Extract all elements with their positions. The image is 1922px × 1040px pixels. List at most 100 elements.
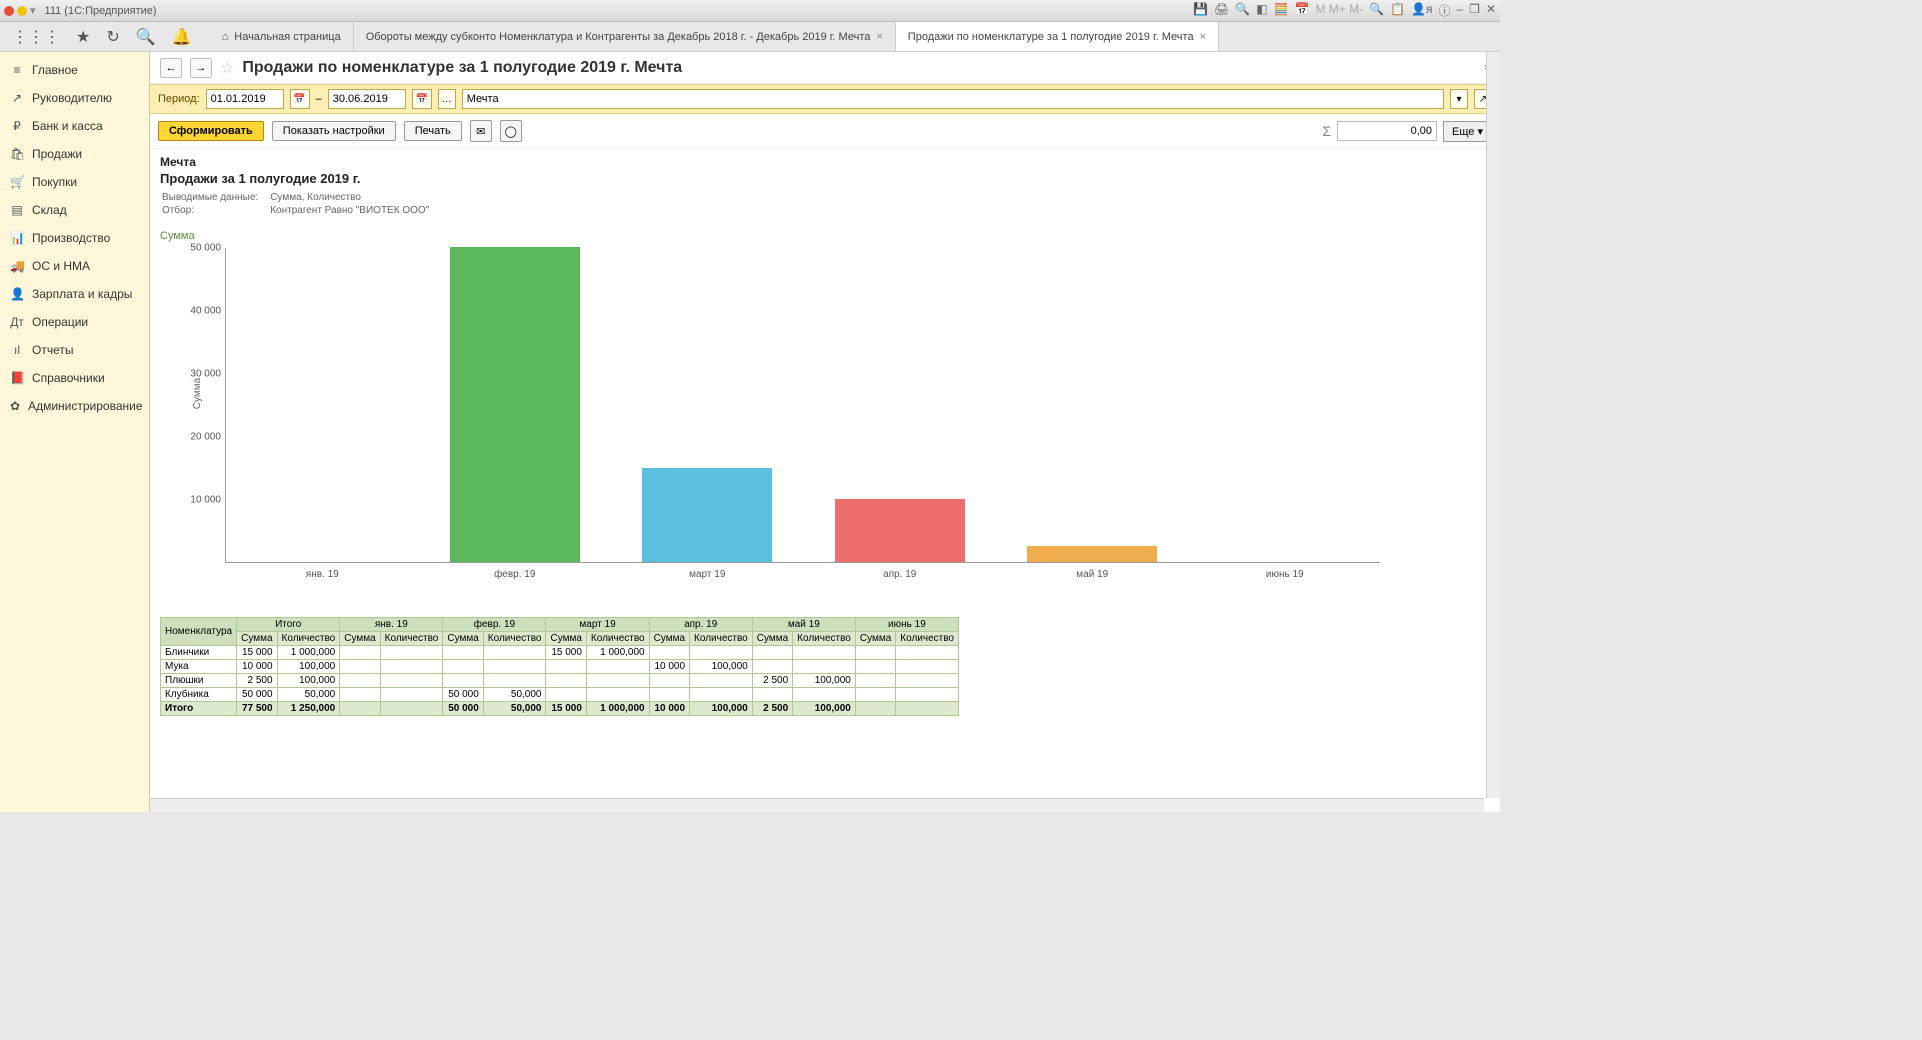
calendar-icon[interactable]: 📅	[1294, 2, 1309, 19]
sidebar-icon: Дт	[10, 315, 24, 329]
sidebar-item-1[interactable]: ↗Руководителю	[0, 84, 149, 112]
star-icon[interactable]: ☆	[220, 58, 234, 78]
sidebar-icon: ≡	[10, 63, 24, 77]
sidebar-icon: 🚚	[10, 259, 24, 273]
form-button[interactable]: Сформировать	[158, 121, 264, 141]
y-tick: 20 000	[190, 432, 221, 443]
calendar-from-icon[interactable]: 📅	[290, 89, 310, 109]
calendar-to-icon[interactable]: 📅	[412, 89, 432, 109]
window-title: 111 (1С:Предприятие)	[45, 5, 157, 17]
close-icon[interactable]: ×	[1200, 31, 1206, 43]
sidebar-item-3[interactable]: 🛍Продажи	[0, 140, 149, 168]
top-toolbar: ⋮⋮⋮ ★ ↻ 🔍 🔔 ⌂ Начальная страница Обороты…	[0, 22, 1500, 52]
close-icon[interactable]: ×	[876, 31, 882, 43]
sidebar-item-label: Операции	[32, 315, 88, 329]
calc-icon[interactable]: 🧮	[1274, 2, 1289, 19]
sidebar-item-label: ОС и НМА	[32, 259, 90, 273]
sidebar-item-label: Банк и касса	[32, 119, 103, 133]
tab-home[interactable]: ⌂ Начальная страница	[210, 22, 354, 51]
sidebar-item-6[interactable]: 📊Производство	[0, 224, 149, 252]
sidebar-item-label: Продажи	[32, 147, 82, 161]
email-icon[interactable]: ✉	[470, 120, 492, 142]
forward-button[interactable]: →	[190, 58, 212, 78]
period-more-button[interactable]: …	[438, 89, 456, 109]
org-dropdown-icon[interactable]: ▾	[1450, 89, 1468, 109]
search-icon[interactable]: 🔍	[1369, 2, 1384, 19]
dash: –	[316, 93, 322, 105]
y-tick: 50 000	[190, 243, 221, 254]
chart-title: Сумма	[160, 230, 1490, 242]
preview-icon[interactable]: 🔍	[1235, 2, 1250, 19]
search-global-icon[interactable]: 🔍	[136, 27, 156, 47]
more-button[interactable]: Еще ▾	[1443, 121, 1492, 142]
maximize-icon[interactable]: ❐	[1469, 2, 1480, 19]
sum-field[interactable]	[1337, 121, 1437, 141]
vertical-scrollbar[interactable]	[1486, 52, 1500, 798]
tab-1-label: Обороты между субконто Номенклатура и Ко…	[366, 31, 871, 43]
save-icon[interactable]: 💾	[1193, 2, 1208, 19]
filter-bar: Период: 📅 – 📅 … ▾ ↗	[150, 84, 1500, 114]
clipboard-icon[interactable]: 📋	[1390, 2, 1405, 19]
sidebar-item-label: Главное	[32, 63, 78, 77]
report-body: Мечта Продажи за 1 полугодие 2019 г. Выв…	[150, 149, 1500, 812]
back-button[interactable]: ←	[160, 58, 182, 78]
x-category: март 19	[689, 569, 725, 580]
sidebar-item-5[interactable]: ▤Склад	[0, 196, 149, 224]
sidebar-icon: ↗	[10, 91, 24, 105]
user-icon[interactable]: 👤я	[1411, 2, 1432, 19]
tab-report-2[interactable]: Продажи по номенклатуре за 1 полугодие 2…	[896, 22, 1219, 51]
tab-report-1[interactable]: Обороты между субконто Номенклатура и Ко…	[354, 22, 896, 51]
close-window-icon[interactable]: ✕	[1486, 2, 1496, 19]
sidebar-item-10[interactable]: ılОтчеты	[0, 336, 149, 364]
period-label: Период:	[158, 93, 200, 105]
export-icon[interactable]: ◯	[500, 120, 522, 142]
x-category: май 19	[1076, 569, 1108, 580]
filter-label: Отбор:	[162, 205, 268, 216]
y-axis-label: Сумма	[192, 378, 203, 409]
sidebar-item-7[interactable]: 🚚 ОС и НМА	[0, 252, 149, 280]
m-icon[interactable]: M M+ М-	[1315, 2, 1363, 19]
page-header: ← → ☆ Продажи по номенклатуре за 1 полуг…	[150, 52, 1500, 84]
apps-icon[interactable]: ⋮⋮⋮	[12, 27, 60, 47]
sidebar-item-label: Зарплата и кадры	[32, 287, 132, 301]
sidebar-item-9[interactable]: Дт Операции	[0, 308, 149, 336]
bar-Клубника	[450, 247, 580, 562]
sidebar-item-12[interactable]: ✿Администрирование	[0, 392, 149, 420]
bar-Блинчики	[642, 468, 772, 563]
report-title: Продажи за 1 полугодие 2019 г.	[160, 171, 1490, 186]
compare-icon[interactable]: ◧	[1256, 2, 1267, 19]
page-title: Продажи по номенклатуре за 1 полугодие 2…	[242, 59, 682, 77]
history-icon[interactable]: ↻	[106, 27, 119, 47]
sidebar-item-2[interactable]: ₽ Банк и касса	[0, 112, 149, 140]
logo-dot-2	[17, 6, 27, 16]
dropdown-icon[interactable]: ▾	[30, 4, 36, 17]
minimize-icon[interactable]: –	[1456, 2, 1463, 19]
report-org: Мечта	[160, 155, 1490, 169]
title-bar: ▾ 111 (1С:Предприятие) 💾 🖨 🔍 ◧ 🧮 📅 M M+ …	[0, 0, 1500, 22]
date-from-input[interactable]	[206, 89, 284, 109]
sidebar-item-0[interactable]: ≡ Главное	[0, 56, 149, 84]
sidebar-icon: 🛒	[10, 175, 24, 189]
horizontal-scrollbar[interactable]	[150, 798, 1484, 812]
sidebar-item-label: Покупки	[32, 175, 77, 189]
x-category: июнь 19	[1266, 569, 1304, 580]
print-button[interactable]: Печать	[404, 121, 462, 141]
content-area: ← → ☆ Продажи по номенклатуре за 1 полуг…	[150, 52, 1500, 812]
date-to-input[interactable]	[328, 89, 406, 109]
filter-value: Контрагент Равно "ВИОТЕК ООО"	[270, 205, 439, 216]
action-bar: Сформировать Показать настройки Печать ✉…	[150, 114, 1500, 149]
sidebar-item-label: Склад	[32, 203, 67, 217]
sidebar-icon: ₽	[10, 119, 24, 133]
sidebar-item-label: Отчеты	[32, 343, 73, 357]
sidebar-item-4[interactable]: 🛒 Покупки	[0, 168, 149, 196]
favorite-icon[interactable]: ★	[76, 27, 90, 47]
sidebar-item-8[interactable]: 👤Зарплата и кадры	[0, 280, 149, 308]
bell-icon[interactable]: 🔔	[172, 27, 192, 47]
x-category: апр. 19	[883, 569, 916, 580]
print-icon[interactable]: 🖨	[1214, 2, 1229, 19]
org-input[interactable]	[462, 89, 1444, 109]
sidebar-item-11[interactable]: 📕Справочники	[0, 364, 149, 392]
sidebar: ≡ Главное ↗Руководителю ₽ Банк и касса 🛍Прода…	[0, 52, 150, 812]
info-icon[interactable]: ⓘ	[1438, 2, 1450, 19]
settings-button[interactable]: Показать настройки	[272, 121, 396, 141]
